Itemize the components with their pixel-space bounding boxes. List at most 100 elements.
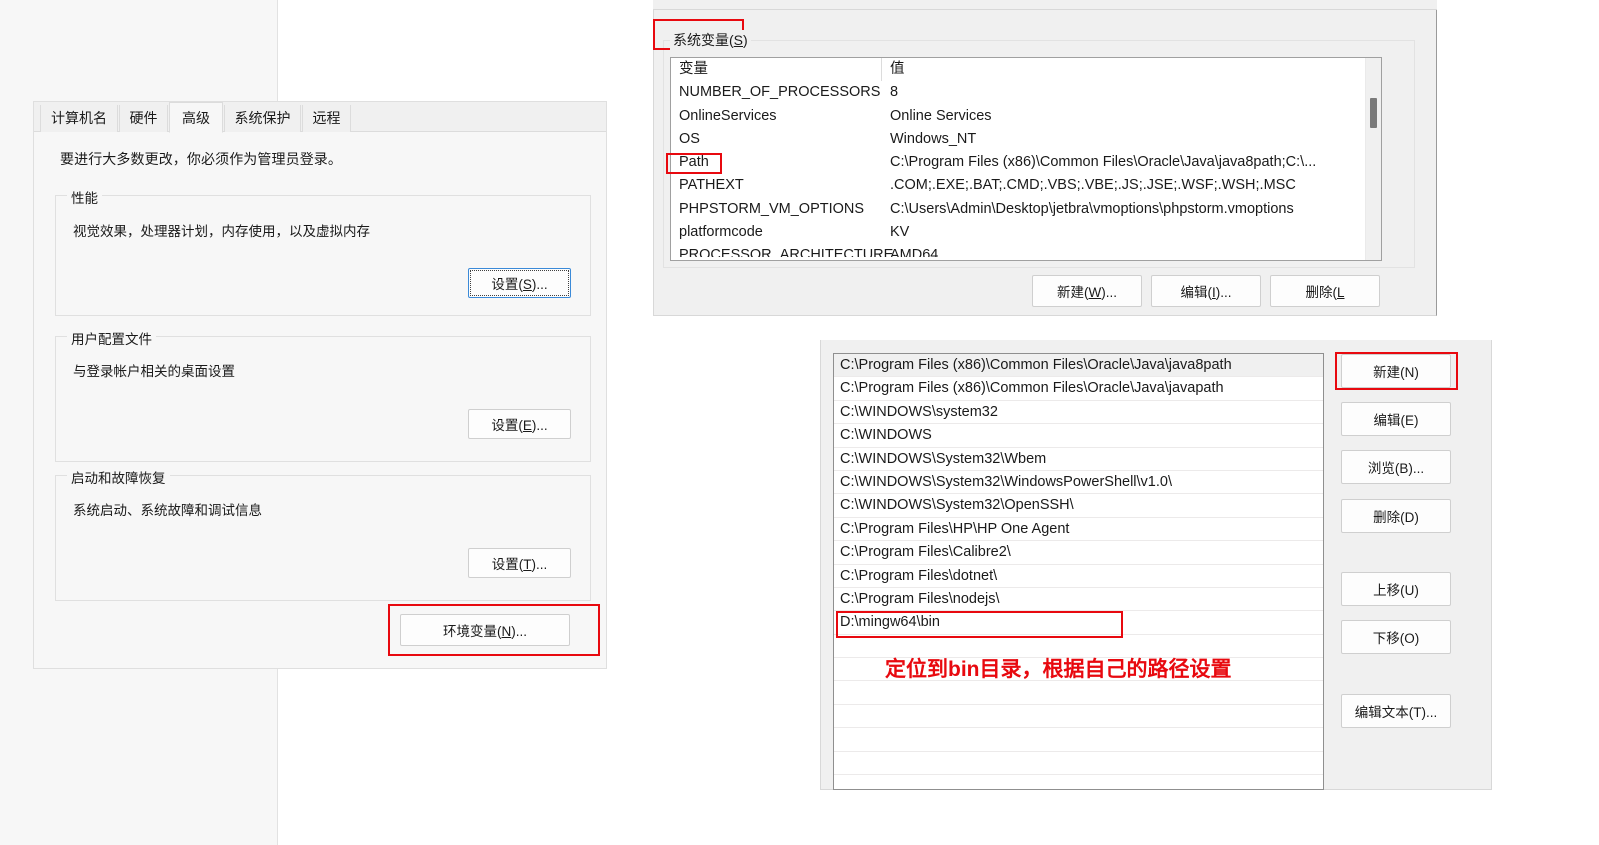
- performance-description: 视觉效果，处理器计划，内存使用，以及虚拟内存: [73, 224, 370, 239]
- path-new-label: 新建(N): [1373, 365, 1419, 380]
- table-row[interactable]: PHPSTORM_VM_OPTIONS C:\Users\Admin\Deskto…: [671, 198, 1381, 221]
- startup-recovery-settings-button[interactable]: 设置(T)...: [468, 548, 571, 578]
- system-properties-dialog: 计算机名 硬件 高级 系统保护 远程 要进行大多数更改，你必须作为管理员登录。 …: [33, 101, 607, 669]
- admin-note-text: 要进行大多数更改，你必须作为管理员登录。: [60, 151, 342, 167]
- path-move-up-label: 上移(U): [1373, 583, 1419, 598]
- tab-advanced[interactable]: 高级: [169, 102, 223, 133]
- table-row[interactable]: PROCESSOR_ARCHITECTURE AMD64: [671, 244, 1381, 257]
- new-variable-button[interactable]: 新建(W)...: [1032, 275, 1142, 307]
- startup-recovery-group-title: 启动和故障恢复: [67, 467, 170, 487]
- delete-variable-button[interactable]: 删除(L: [1270, 275, 1380, 307]
- startup-recovery-settings-label: 设置(T)...: [491, 557, 548, 572]
- table-row[interactable]: platformcode KV: [671, 221, 1381, 244]
- variable-value: AMD64: [890, 247, 939, 258]
- list-item-empty[interactable]: [834, 705, 1323, 729]
- tab-label: 远程: [312, 110, 341, 126]
- variable-name: PHPSTORM_VM_OPTIONS: [679, 200, 865, 217]
- variable-name: OnlineServices: [679, 107, 777, 124]
- tab-remote[interactable]: 远程: [302, 105, 351, 132]
- path-edit-label: 编辑(E): [1373, 413, 1419, 428]
- tab-label: 硬件: [129, 110, 158, 126]
- user-profiles-settings-button[interactable]: 设置(E)...: [468, 409, 571, 439]
- variable-name: NUMBER_OF_PROCESSORS: [679, 84, 881, 101]
- list-item-empty[interactable]: [834, 752, 1323, 776]
- list-item[interactable]: C:\WINDOWS\system32: [834, 401, 1323, 425]
- delete-variable-label: 删除(L: [1305, 285, 1345, 300]
- envvar-dialog-top-strip: [653, 0, 1437, 10]
- variable-value: Online Services: [890, 107, 992, 124]
- tab-label: 系统保护: [234, 110, 291, 126]
- path-move-up-button[interactable]: 上移(U): [1341, 572, 1451, 606]
- performance-group-title: 性能: [67, 187, 102, 207]
- path-edit-text-label: 编辑文本(T)...: [1354, 705, 1438, 720]
- list-item-empty[interactable]: [834, 728, 1323, 752]
- tab-system-protection[interactable]: 系统保护: [224, 105, 301, 132]
- tab-strip: 计算机名 硬件 高级 系统保护 远程: [34, 102, 606, 133]
- list-item[interactable]: C:\WINDOWS\System32\WindowsPowerShell\v1…: [834, 471, 1323, 495]
- performance-settings-label: 设置(S)...: [491, 277, 548, 292]
- path-move-down-button[interactable]: 下移(O): [1341, 620, 1451, 654]
- user-profiles-settings-label: 设置(E)...: [491, 418, 548, 433]
- path-entry-list[interactable]: C:\Program Files (x86)\Common Files\Orac…: [833, 353, 1324, 790]
- list-item[interactable]: C:\Program Files\dotnet\: [834, 565, 1323, 588]
- variable-name: Path: [679, 154, 709, 171]
- variable-value: KV: [890, 224, 910, 241]
- edit-variable-button[interactable]: 编辑(I)...: [1151, 275, 1261, 307]
- list-item[interactable]: C:\Program Files (x86)\Common Files\Orac…: [834, 377, 1323, 401]
- column-separator: [881, 58, 882, 81]
- path-delete-label: 删除(D): [1373, 510, 1419, 525]
- list-item-empty[interactable]: [834, 681, 1323, 705]
- path-edit-button[interactable]: 编辑(E): [1341, 402, 1451, 436]
- path-move-down-label: 下移(O): [1372, 631, 1420, 646]
- column-header-value: 值: [890, 61, 905, 77]
- system-variables-list[interactable]: 变量 值 NUMBER_OF_PROCESSORS 8 OnlineService…: [670, 57, 1382, 261]
- system-variables-label: 系统变量(S): [670, 30, 751, 50]
- list-item[interactable]: C:\Program Files\nodejs\: [834, 588, 1323, 612]
- user-profiles-description: 与登录帐户相关的桌面设置: [73, 364, 235, 379]
- list-item[interactable]: C:\WINDOWS\System32\Wbem: [834, 448, 1323, 471]
- tab-computer-name[interactable]: 计算机名: [40, 105, 118, 132]
- variable-name: PROCESSOR_ARCHITECTURE: [679, 247, 894, 258]
- variable-value: C:\Users\Admin\Desktop\jetbra\vmoptions\…: [890, 200, 1294, 217]
- path-new-button[interactable]: 新建(N): [1341, 354, 1451, 388]
- column-header-name: 变量: [679, 61, 708, 77]
- table-row[interactable]: OnlineServices Online Services: [671, 105, 1381, 128]
- list-item[interactable]: C:\Program Files\Calibre2\: [834, 541, 1323, 565]
- list-scrollbar[interactable]: [1365, 58, 1381, 260]
- table-row[interactable]: OS Windows_NT: [671, 128, 1381, 151]
- table-row-path[interactable]: Path C:\Program Files (x86)\Common Files\…: [671, 151, 1381, 174]
- list-scrollbar-thumb[interactable]: [1370, 98, 1377, 128]
- environment-variables-button[interactable]: 环境变量(N)...: [400, 614, 570, 646]
- list-header-row: 变量 值: [671, 58, 1381, 81]
- annotation-note: 定位到bin目录，根据自己的路径设置: [885, 658, 1232, 681]
- table-row[interactable]: NUMBER_OF_PROCESSORS 8: [671, 81, 1381, 104]
- path-browse-label: 浏览(B)...: [1367, 461, 1425, 476]
- variable-value: C:\Program Files (x86)\Common Files\Orac…: [890, 154, 1317, 171]
- startup-recovery-description: 系统启动、系统故障和调试信息: [73, 503, 262, 518]
- user-profiles-group-title: 用户配置文件: [67, 328, 156, 348]
- variable-value: Windows_NT: [890, 130, 977, 147]
- variable-name: platformcode: [679, 224, 763, 241]
- list-item[interactable]: C:\Program Files\HP\HP One Agent: [834, 518, 1323, 542]
- variable-name: PATHEXT: [679, 177, 744, 194]
- variable-value: .COM;.EXE;.BAT;.CMD;.VBS;.VBE;.JS;.JSE;.…: [890, 177, 1296, 194]
- startup-recovery-groupbox: 启动和故障恢复: [55, 467, 591, 601]
- variable-value: 8: [890, 84, 899, 101]
- list-item[interactable]: C:\Program Files (x86)\Common Files\Orac…: [834, 354, 1323, 378]
- environment-variables-dialog: 系统变量(S) 变量 值 NUMBER_OF_PROCESSORS 8 Onlin…: [653, 10, 1437, 316]
- tab-label: 高级: [182, 110, 210, 126]
- performance-settings-button[interactable]: 设置(S)...: [468, 268, 571, 298]
- path-delete-button[interactable]: 删除(D): [1341, 499, 1451, 533]
- edit-variable-label: 编辑(I)...: [1180, 285, 1232, 300]
- table-row[interactable]: PATHEXT .COM;.EXE;.BAT;.CMD;.VBS;.VBE;.JS…: [671, 174, 1381, 197]
- path-edit-text-button[interactable]: 编辑文本(T)...: [1341, 694, 1451, 728]
- new-variable-label: 新建(W)...: [1057, 285, 1117, 300]
- list-item-empty[interactable]: [834, 775, 1323, 789]
- variable-name: OS: [679, 130, 700, 147]
- tab-hardware[interactable]: 硬件: [119, 105, 168, 132]
- user-profiles-groupbox: 用户配置文件: [55, 328, 591, 462]
- path-browse-button[interactable]: 浏览(B)...: [1341, 450, 1451, 484]
- list-item[interactable]: C:\WINDOWS: [834, 424, 1323, 448]
- list-item[interactable]: C:\WINDOWS\System32\OpenSSH\: [834, 494, 1323, 518]
- list-item-mingw[interactable]: D:\mingw64\bin: [834, 611, 1323, 635]
